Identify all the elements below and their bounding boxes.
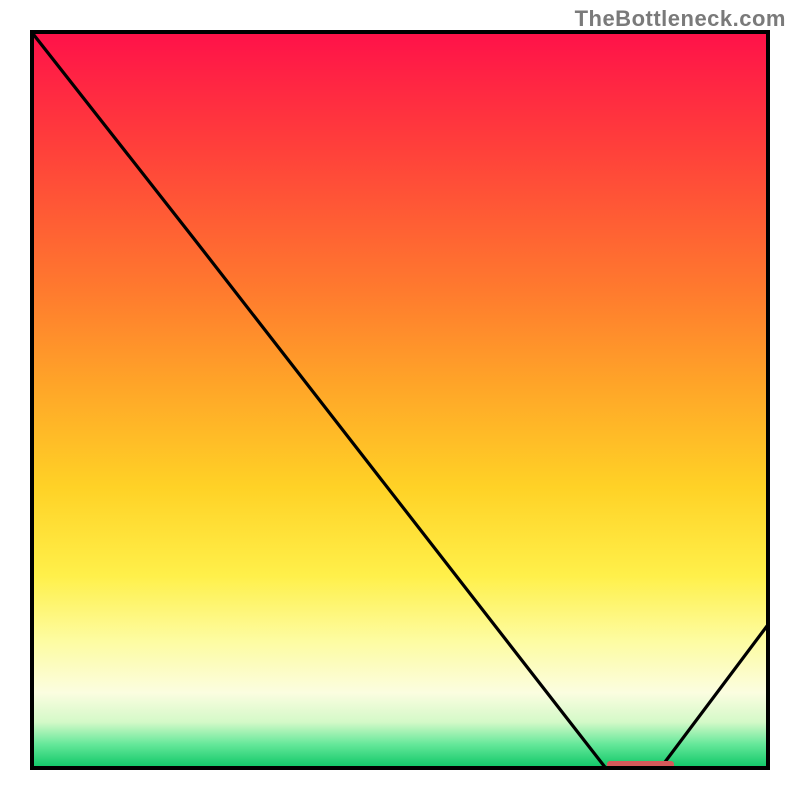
chart-container: TheBottleneck.com bbox=[0, 0, 800, 800]
gradient-background bbox=[34, 34, 766, 766]
plot-area bbox=[30, 30, 770, 770]
optimal-range-marker bbox=[607, 761, 674, 769]
watermark-text: TheBottleneck.com bbox=[575, 6, 786, 32]
